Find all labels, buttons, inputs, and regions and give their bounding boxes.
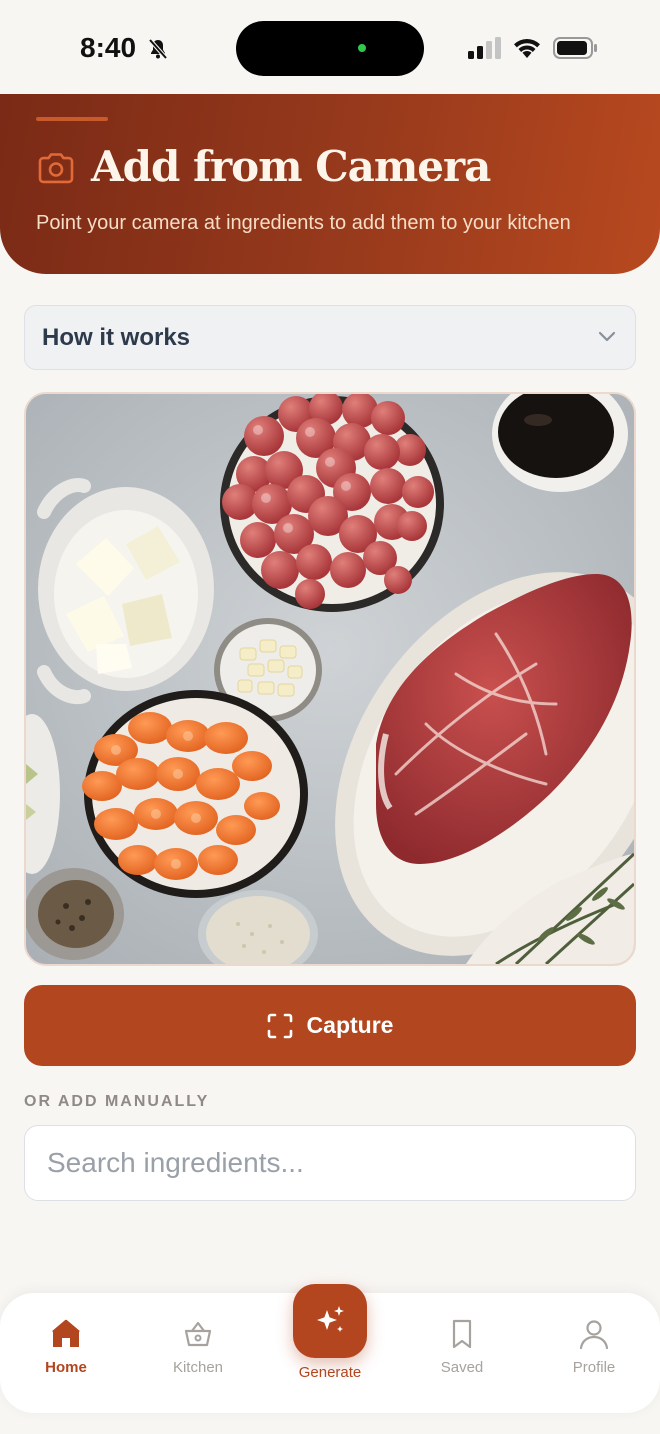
camera-icon	[38, 153, 74, 184]
battery-icon	[553, 37, 597, 59]
status-time: 8:40	[80, 32, 137, 63]
nav-home[interactable]: Home	[6, 1293, 126, 1413]
add-manually-label: OR ADD MANUALLY	[24, 1093, 210, 1110]
nav-profile-label: Profile	[572, 1359, 616, 1376]
nav-profile[interactable]: Profile	[534, 1293, 654, 1413]
how-it-works-label: How it works	[42, 324, 191, 351]
chevron-down-icon	[598, 331, 616, 342]
bell-slash-icon	[148, 38, 168, 60]
camera-indicator-dot	[358, 44, 366, 52]
capture-label: Capture	[306, 1012, 394, 1038]
pepper-bowl	[26, 868, 124, 960]
bookmark-icon	[452, 1319, 472, 1349]
camera-preview[interactable]	[24, 392, 636, 966]
basket-icon	[184, 1321, 212, 1347]
nav-saved[interactable]: Saved	[402, 1293, 522, 1413]
page-title: Add from Camera	[91, 142, 491, 191]
status-bar: 8:40	[0, 0, 660, 94]
page-header: Add from Camera Point your camera at ing…	[0, 94, 660, 274]
signal-icon	[468, 37, 501, 59]
home-icon	[52, 1319, 80, 1347]
sparkles-icon	[317, 1306, 344, 1332]
nav-generate-label: Generate	[298, 1364, 362, 1381]
nav-generate-button[interactable]	[293, 1284, 367, 1358]
bottom-nav: Home Kitchen Generate Saved Profile	[0, 1284, 660, 1413]
how-it-works-toggle[interactable]: How it works	[24, 305, 636, 370]
nav-saved-label: Saved	[440, 1359, 484, 1376]
nav-kitchen-label: Kitchen	[172, 1359, 224, 1376]
dynamic-island	[236, 21, 424, 76]
nav-home-label: Home	[45, 1359, 87, 1376]
scan-frame-icon	[267, 1013, 292, 1038]
page-subtitle: Point your camera at ingredients to add …	[36, 212, 571, 234]
capture-button[interactable]: Capture	[24, 985, 636, 1066]
nav-kitchen[interactable]: Kitchen	[138, 1293, 258, 1413]
wifi-icon	[514, 38, 540, 58]
search-ingredients-input[interactable]	[24, 1125, 636, 1201]
header-accent-line	[36, 117, 108, 121]
user-icon	[579, 1320, 609, 1350]
camera-feed-image	[26, 394, 634, 964]
